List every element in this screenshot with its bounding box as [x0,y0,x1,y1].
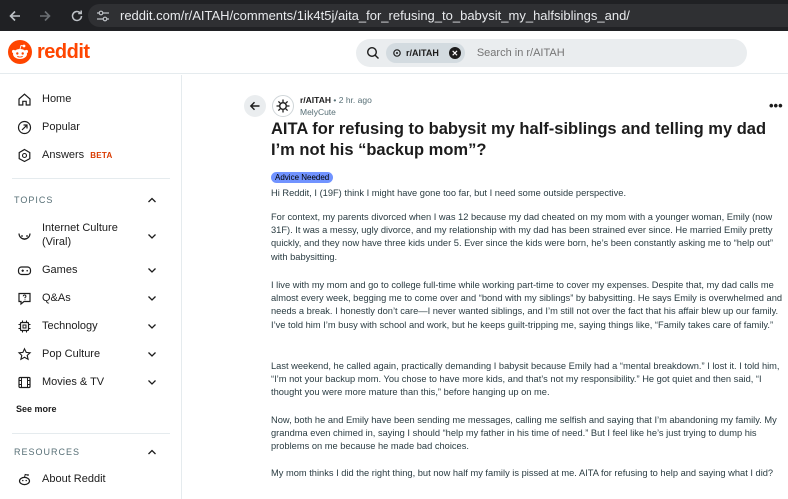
subreddit-link[interactable]: r/AITAH [300,95,331,105]
post-paragraph: Now, both he and Emily have been sending… [271,415,777,452]
reddit-logo[interactable]: reddit [8,40,90,64]
topics-heading: TOPICS [14,195,54,205]
sidebar-item-answers[interactable]: Answers BETA [16,147,113,163]
chevron-down-icon[interactable] [147,377,157,387]
subreddit-avatar[interactable] [272,95,294,117]
popular-icon [16,119,32,135]
reddit-snoo-icon [8,40,32,64]
post-title: AITA for refusing to babysit my half-sib… [271,120,767,159]
film-icon [16,374,32,390]
sidebar-topic-qas[interactable]: Q&As [16,290,71,306]
post-paragraph: For context, my parents divorced when I … [271,212,773,262]
sidebar-topic-games[interactable]: Games [16,262,77,278]
search-bar[interactable]: r/AITAH ✕ [356,39,747,67]
chevron-down-icon[interactable] [147,349,157,359]
back-arrow-icon [249,101,260,111]
sidebar-divider [12,433,170,434]
resources-heading: RESOURCES [14,447,81,457]
reddit-header: reddit r/AITAH ✕ [0,31,788,74]
chip-icon [16,318,32,334]
sidebar-divider [12,178,170,179]
star-icon [16,346,32,362]
site-settings-icon[interactable] [94,9,112,23]
post-container: r/AITAH • 2 hr. ago MelyCute ••• AITA fo… [183,75,788,499]
sidebar-item-label: Games [42,264,78,276]
sidebar-item-label: Q&As [42,292,71,304]
more-options-icon[interactable]: ••• [769,98,783,113]
search-input[interactable] [476,47,717,59]
sidebar-topic-internet-culture[interactable]: Internet Culture (Viral) [16,221,118,249]
see-more-button[interactable]: See more [16,404,57,414]
address-bar[interactable]: reddit.com/r/AITAH/comments/1ik4t5j/aita… [88,4,788,27]
back-arrow-icon[interactable] [4,5,26,27]
home-icon [16,91,32,107]
left-sidebar: Home Popular Answers BETA TOPICS Interne… [0,75,182,499]
post-meta: r/AITAH • 2 hr. ago [300,95,372,105]
sidebar-item-label: Answers [42,149,85,161]
sidebar-item-label: Pop Culture [42,348,101,360]
chevron-down-icon[interactable] [147,293,157,303]
url-text: reddit.com/r/AITAH/comments/1ik4t5j/aita… [120,8,630,23]
gamepad-icon [16,262,32,278]
reddit-wordmark: reddit [37,40,90,63]
search-icon [366,46,379,59]
post-author[interactable]: MelyCute [300,107,336,117]
post-flair[interactable]: Advice Needed [271,172,334,183]
sidebar-item-label: Technology [42,320,98,332]
post-paragraph: Last weekend, he called again, practical… [271,361,780,398]
chevron-down-icon[interactable] [147,265,157,275]
post-paragraph: I live with my mom and go to college ful… [271,280,783,330]
chevron-up-icon[interactable] [147,195,157,205]
internet-culture-icon [16,227,32,243]
subreddit-icon [393,49,401,57]
sidebar-item-label: (Viral) [42,236,72,248]
post-paragraph: My mom thinks I did the right thing, but… [271,468,774,478]
sidebar-item-home[interactable]: Home [16,91,71,107]
post-paragraph: Hi Reddit, I (19F) think I might have go… [271,188,627,198]
subreddit-icon [276,99,290,113]
sidebar-item-label: About Reddit [42,473,106,485]
sidebar-item-label: Internet Culture [42,222,118,234]
forward-arrow-icon[interactable] [34,5,56,27]
post-time: 2 hr. ago [338,95,372,105]
sidebar-item-label: Popular [42,121,80,133]
sidebar-topic-pop-culture[interactable]: Pop Culture [16,346,100,362]
answers-icon [16,147,32,163]
sidebar-item-popular[interactable]: Popular [16,119,80,135]
reload-icon[interactable] [66,5,88,27]
browser-toolbar: reddit.com/r/AITAH/comments/1ik4t5j/aita… [0,0,788,31]
back-button[interactable] [244,95,266,117]
sidebar-topic-technology[interactable]: Technology [16,318,98,334]
chevron-down-icon[interactable] [147,231,157,241]
sidebar-topic-movies-tv[interactable]: Movies & TV [16,374,104,390]
remove-chip-icon[interactable]: ✕ [448,47,461,59]
sidebar-item-label: Home [42,93,72,105]
reddit-alien-icon [16,471,32,487]
question-icon [16,290,32,306]
sidebar-item-about-reddit[interactable]: About Reddit [16,471,106,487]
chevron-up-icon[interactable] [147,447,157,457]
chip-label: r/AITAH [406,48,439,58]
chevron-down-icon[interactable] [147,321,157,331]
sidebar-item-label: Movies & TV [42,376,105,388]
search-subreddit-chip[interactable]: r/AITAH ✕ [386,43,465,63]
beta-badge: BETA [90,150,113,160]
